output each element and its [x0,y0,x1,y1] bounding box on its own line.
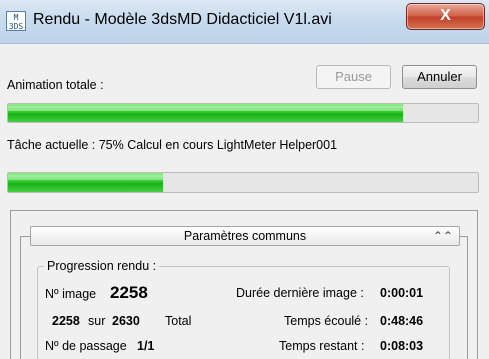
frame-count-current: 2258 [52,314,80,328]
elapsed-time-value: 0:48:46 [380,314,424,328]
close-button[interactable]: X [406,3,485,30]
total-animation-progress-fill [8,104,403,122]
app-icon: M 3DS [6,11,26,31]
frame-count-separator: sur [88,314,106,328]
rollout-header-common-parameters[interactable]: Paramètres communs ⌃⌃ [30,226,460,246]
image-number-value: 2258 [110,283,148,302]
pass-number-value: 1/1 [137,339,155,353]
remaining-time-label: Temps restant : [279,339,365,353]
elapsed-time-label: Temps écoulé : [284,314,369,328]
remaining-time-value: 0:08:03 [380,339,424,353]
total-label: Total [165,314,192,328]
rollout-border-left [20,236,30,237]
collapse-chevron-icon[interactable]: ⌃⌃ [433,228,453,244]
last-frame-duration-value: 0:00:01 [380,286,424,300]
title-bar[interactable]: M 3DS Rendu - Modèle 3dsMD Didacticiel V1… [0,0,489,44]
cancel-button[interactable]: Annuler [402,65,477,89]
rollout-border-left-vertical [20,236,21,359]
pause-button[interactable]: Pause [316,65,391,89]
total-animation-progress-bar [7,103,479,123]
pass-number-label: Nº de passage [45,339,127,353]
render-progress-group-title: Progression rendu : [44,259,160,273]
rollout-border-right-vertical [467,236,468,359]
window-title: Rendu - Modèle 3dsMD Didacticiel V1l.avi [33,11,332,28]
frame-count-total: 2630 [112,314,140,328]
last-frame-duration-label: Durée dernière image : [236,286,364,300]
current-task-progress-bar [7,172,479,193]
current-task-progress-fill [8,173,164,192]
current-task-label: Tâche actuelle : 75% Calcul en cours Lig… [7,138,338,152]
total-animation-label: Animation totale : [7,78,104,92]
image-number-label: Nº image [45,287,97,301]
rollout-title: Paramètres communs [183,229,307,243]
